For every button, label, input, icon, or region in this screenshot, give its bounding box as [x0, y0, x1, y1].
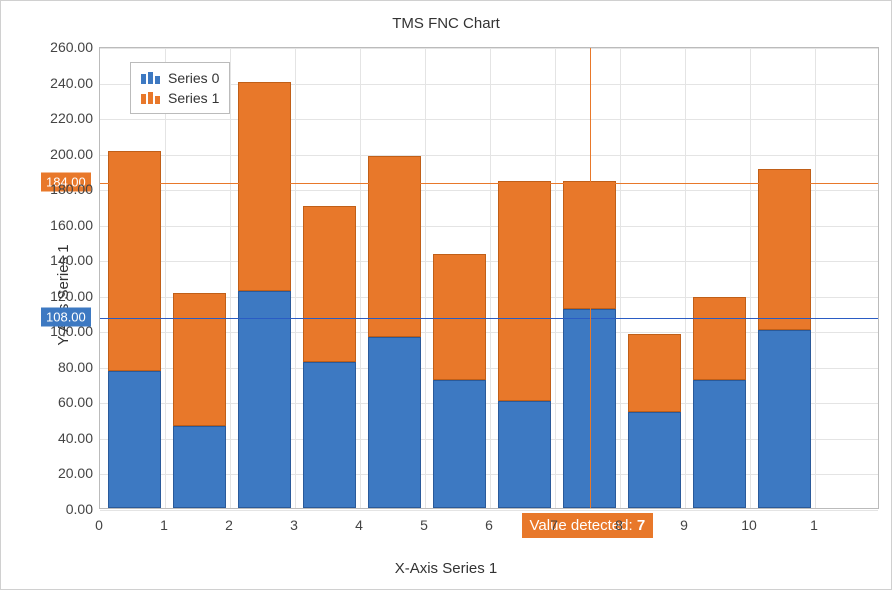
- x-tick: 3: [290, 517, 298, 533]
- y-tick: 80.00: [33, 359, 93, 375]
- y-tick: 100.00: [33, 323, 93, 339]
- legend-label-series-0: Series 0: [168, 70, 219, 86]
- y-tick: 260.00: [33, 39, 93, 55]
- bar-series-1[interactable]: [303, 206, 356, 362]
- legend-item-series-1[interactable]: Series 1: [141, 88, 219, 108]
- bar-series-0[interactable]: [498, 401, 551, 508]
- plot-area[interactable]: Series 0 Series 1: [99, 47, 879, 509]
- y-tick: 220.00: [33, 110, 93, 126]
- crosshair-vertical: [590, 48, 591, 508]
- y-tick: 20.00: [33, 465, 93, 481]
- bar-series-0[interactable]: [303, 362, 356, 508]
- value-detected-value: 7: [637, 517, 645, 534]
- reference-line: [100, 318, 878, 319]
- legend: Series 0 Series 1: [130, 62, 230, 114]
- bar-series-1[interactable]: [628, 334, 681, 412]
- bar-series-0[interactable]: [628, 412, 681, 508]
- bar-series-0[interactable]: [173, 426, 226, 508]
- bar-series-1[interactable]: [758, 169, 811, 331]
- x-tick: 2: [225, 517, 233, 533]
- y-tick: 200.00: [33, 146, 93, 162]
- value-detected-tooltip: Value detected: 7: [522, 513, 654, 538]
- y-tick: 240.00: [33, 75, 93, 91]
- reference-line: [100, 183, 878, 184]
- legend-item-series-0[interactable]: Series 0: [141, 68, 219, 88]
- chart-title: TMS FNC Chart: [1, 15, 891, 32]
- x-tick: 8: [615, 517, 623, 533]
- bar-series-1[interactable]: [498, 181, 551, 401]
- legend-label-series-1: Series 1: [168, 90, 219, 106]
- x-tick: 1: [810, 517, 818, 533]
- bar-series-0[interactable]: [758, 330, 811, 508]
- x-tick: 4: [355, 517, 363, 533]
- x-tick: 5: [420, 517, 428, 533]
- x-tick: 6: [485, 517, 493, 533]
- bar-series-0[interactable]: [238, 291, 291, 508]
- bar-series-1[interactable]: [238, 82, 291, 292]
- y-tick: 40.00: [33, 430, 93, 446]
- bar-series-0[interactable]: [433, 380, 486, 508]
- x-axis-label: X-Axis Series 1: [1, 560, 891, 577]
- bar-series-0[interactable]: [108, 371, 161, 508]
- legend-swatch-series-0: [141, 72, 161, 84]
- bar-series-1[interactable]: [433, 254, 486, 380]
- bar-series-0[interactable]: [368, 337, 421, 508]
- x-tick: 7: [550, 517, 558, 533]
- bar-series-0[interactable]: [693, 380, 746, 508]
- legend-swatch-series-1: [141, 92, 161, 104]
- x-tick: 1: [160, 517, 168, 533]
- bar-series-1[interactable]: [693, 297, 746, 381]
- bar-series-1[interactable]: [173, 293, 226, 426]
- y-tick: 60.00: [33, 394, 93, 410]
- y-tick: 0.00: [33, 501, 93, 517]
- y-tick: 140.00: [33, 252, 93, 268]
- x-tick: 10: [741, 517, 757, 533]
- y-tick: 120.00: [33, 288, 93, 304]
- x-tick: 9: [680, 517, 688, 533]
- chart-container: TMS FNC Chart Y-Axis Series 1 Series 0 S…: [0, 0, 892, 590]
- y-tick: 180.00: [33, 181, 93, 197]
- x-tick: 0: [95, 517, 103, 533]
- y-tick: 160.00: [33, 217, 93, 233]
